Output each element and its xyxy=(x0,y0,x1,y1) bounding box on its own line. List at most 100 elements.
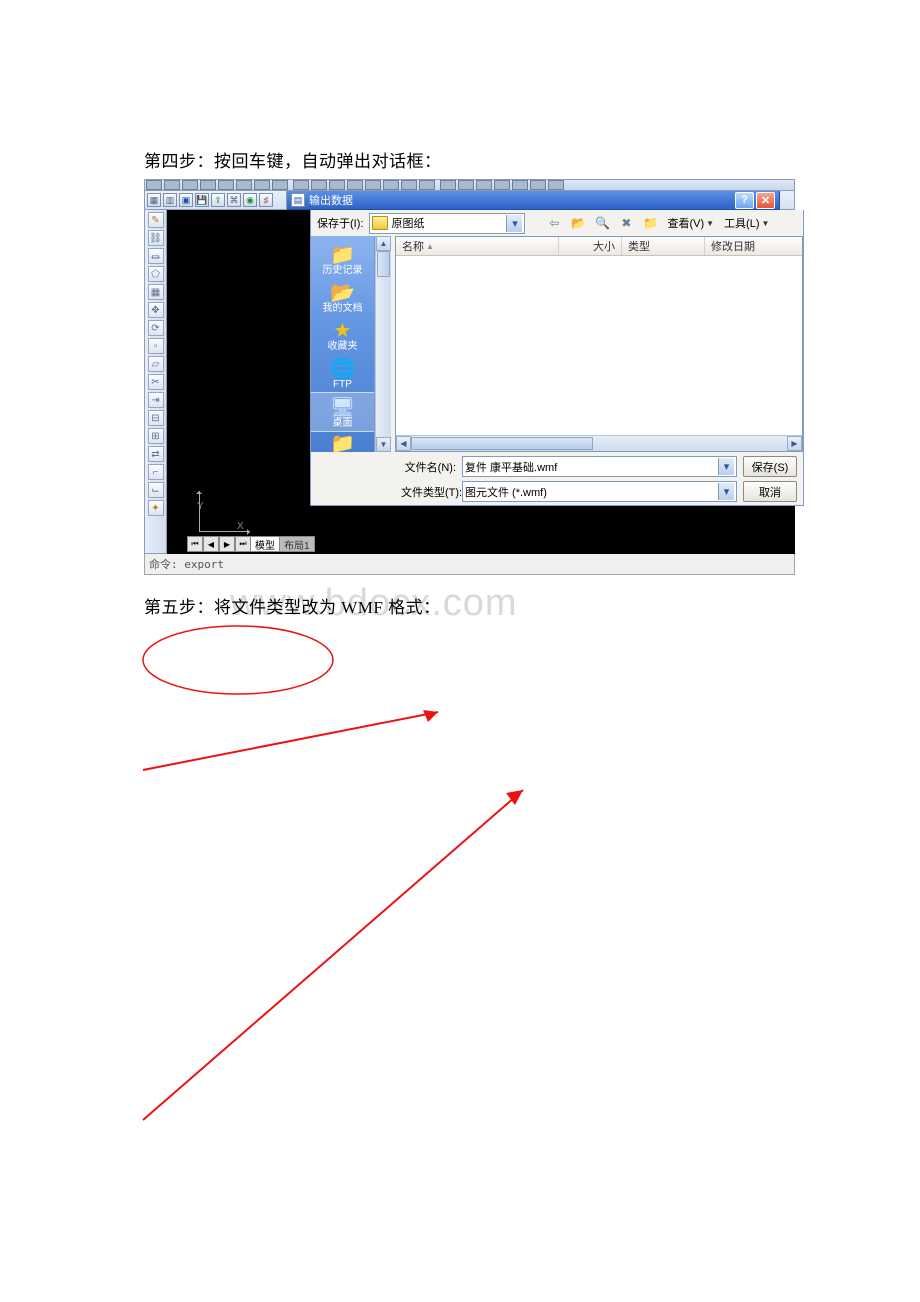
tool-icon[interactable]: ▦ xyxy=(147,193,161,207)
filename-value: 复件 康平基础.wmf xyxy=(465,459,557,475)
file-list[interactable]: 名称▲ 大小 类型 修改日期 ◀ ▶ xyxy=(395,236,803,452)
quick-toolbar: ▦ ▥ ▣ 💾 ⇪ ⌘ ◉ ♯ xyxy=(144,191,287,210)
place-favorites[interactable]: ★ 收藏夹 xyxy=(311,316,374,354)
list-h-scrollbar[interactable]: ◀ ▶ xyxy=(396,435,802,451)
cad-screenshot: ▦ ▥ ▣ 💾 ⇪ ⌘ ◉ ♯ ▤ 输出数据 ? ✕ xyxy=(144,179,795,574)
up-folder-icon[interactable]: 📂 xyxy=(569,214,587,232)
place-desktop[interactable]: 🖥 桌面 xyxy=(311,392,374,432)
ftp-icon: 🌐 xyxy=(329,356,357,380)
red-ellipse xyxy=(138,620,338,700)
ucs-x-arrow xyxy=(247,529,253,535)
scale-icon[interactable]: ▫ xyxy=(148,338,164,354)
place-more[interactable]: 📁 xyxy=(311,432,374,452)
chamfer-icon[interactable]: ⇄ xyxy=(148,446,164,462)
save-in-combo[interactable]: 原图纸 ▾ xyxy=(369,213,525,234)
ucs-y-arrow xyxy=(196,488,202,494)
step4-text: 第四步：按回车键，自动弹出对话框： xyxy=(144,147,442,172)
link-icon[interactable]: ⛓ xyxy=(148,230,164,246)
delete-icon[interactable]: ✖ xyxy=(617,214,635,232)
rotate-icon[interactable]: ⟳ xyxy=(148,320,164,336)
move-icon[interactable]: ✥ xyxy=(148,302,164,318)
tab-first-button[interactable]: ⏮ xyxy=(187,536,203,552)
filetype-combo[interactable]: 图元文件 (*.wmf) ▾ xyxy=(462,481,737,502)
scroll-thumb[interactable] xyxy=(377,251,390,277)
fillet-icon[interactable]: ⌐ xyxy=(148,464,164,480)
toolbar-edge xyxy=(780,191,795,210)
tool-icon[interactable]: ▣ xyxy=(179,193,193,207)
mirror-icon[interactable]: ⏛ xyxy=(148,248,164,264)
break-icon[interactable]: ⊟ xyxy=(148,410,164,426)
tool-icon[interactable]: ▥ xyxy=(163,193,177,207)
scroll-right-button[interactable]: ▶ xyxy=(787,436,802,451)
step5-text: 第五步：将文件类型改为 WMF 格式： xyxy=(144,593,441,618)
chevron-down-icon[interactable]: ▾ xyxy=(718,458,734,475)
array-icon[interactable]: ▦ xyxy=(148,284,164,300)
cancel-button[interactable]: 取消 xyxy=(743,481,797,502)
dialog-titlebar: ▤ 输出数据 ? ✕ xyxy=(287,191,780,210)
scroll-down-button[interactable]: ▼ xyxy=(376,437,391,452)
help-button[interactable]: ? xyxy=(735,192,754,209)
join-icon[interactable]: ⊞ xyxy=(148,428,164,444)
tab-last-button[interactable]: ⏭ xyxy=(235,536,251,552)
place-history[interactable]: 📁 历史记录 xyxy=(311,240,374,278)
col-name[interactable]: 名称▲ xyxy=(396,237,559,255)
menu-bar-sliver xyxy=(144,179,795,191)
save-button[interactable]: 保存(S) xyxy=(743,456,797,477)
save-icon[interactable]: 💾 xyxy=(195,193,209,207)
trim-icon[interactable]: ✂ xyxy=(148,374,164,390)
star-icon: ★ xyxy=(329,318,357,342)
explode-icon[interactable]: ✦ xyxy=(148,500,164,516)
red-arrow-2 xyxy=(138,780,538,1130)
tab-prev-button[interactable]: ◀ xyxy=(203,536,219,552)
tool-icon[interactable]: ♯ xyxy=(259,193,273,207)
command-line[interactable]: 命令: export xyxy=(144,554,795,575)
stretch-icon[interactable]: ▱ xyxy=(148,356,164,372)
filetype-label: 文件类型(T): xyxy=(401,484,456,500)
left-tool-palette: ✎ ⛓ ⏛ ⬠ ▦ ✥ ⟳ ▫ ▱ ✂ ⇥ ⊟ ⊞ ⇄ ⌐ ⌙ ✦ xyxy=(144,210,167,554)
tool-icon[interactable]: ◉ xyxy=(243,193,257,207)
search-icon[interactable]: 🔍 xyxy=(593,214,611,232)
export-dialog: 保存于(I): 原图纸 ▾ ⇦ 📂 🔍 ✖ 📁 查看(V)▼ xyxy=(310,210,804,506)
history-folder-icon: 📁 xyxy=(329,242,357,266)
new-folder-icon[interactable]: 📁 xyxy=(641,214,659,232)
tool-icon[interactable]: ⌘ xyxy=(227,193,241,207)
tab-model[interactable]: 模型 xyxy=(250,536,280,552)
tool-icon[interactable]: ⇪ xyxy=(211,193,225,207)
places-bar: 📁 历史记录 📂 我的文档 ★ 收藏夹 xyxy=(311,236,375,452)
place-mydocs[interactable]: 📂 我的文档 xyxy=(311,278,374,316)
red-arrow-1 xyxy=(138,700,458,780)
save-in-value: 原图纸 xyxy=(391,215,424,231)
chevron-down-icon[interactable]: ▾ xyxy=(718,483,734,500)
scroll-left-button[interactable]: ◀ xyxy=(396,436,411,451)
scroll-up-button[interactable]: ▲ xyxy=(376,236,391,251)
pencil-icon[interactable]: ✎ xyxy=(148,212,164,228)
h-scroll-thumb[interactable] xyxy=(411,437,593,450)
more-icon: 📁 xyxy=(329,434,357,452)
place-ftp[interactable]: 🌐 FTP xyxy=(311,354,374,392)
axis-x-label: X xyxy=(237,521,244,532)
places-scrollbar[interactable]: ▲ ▼ xyxy=(375,236,391,452)
list-body[interactable] xyxy=(396,256,802,435)
chevron-down-icon[interactable]: ▾ xyxy=(506,215,522,232)
model-layout-tabs: ⏮ ◀ ▶ ⏭ 模型 布局1 xyxy=(187,536,315,552)
shape-icon[interactable]: ⬠ xyxy=(148,266,164,282)
tab-next-button[interactable]: ▶ xyxy=(219,536,235,552)
drawing-area[interactable]: Y X ⏮ ◀ ▶ ⏭ 模型 布局1 保存于(I): 原图纸 xyxy=(167,210,795,554)
filename-combo[interactable]: 复件 康平基础.wmf ▾ xyxy=(462,456,737,477)
close-button[interactable]: ✕ xyxy=(756,192,775,209)
col-size[interactable]: 大小 xyxy=(559,237,622,255)
view-menu[interactable]: 查看(V)▼ xyxy=(665,215,716,231)
list-header: 名称▲ 大小 类型 修改日期 xyxy=(396,237,802,256)
axis-y-label: Y xyxy=(197,501,204,512)
export-icon: ▤ xyxy=(291,193,305,207)
tools-menu[interactable]: 工具(L)▼ xyxy=(722,215,771,231)
dialog-title: 输出数据 xyxy=(309,192,353,208)
folder-icon xyxy=(372,216,388,230)
fillet2-icon[interactable]: ⌙ xyxy=(148,482,164,498)
col-modified[interactable]: 修改日期 xyxy=(705,237,802,255)
back-icon[interactable]: ⇦ xyxy=(545,214,563,232)
desktop-icon: 🖥 xyxy=(329,395,357,419)
col-type[interactable]: 类型 xyxy=(622,237,705,255)
tab-layout1[interactable]: 布局1 xyxy=(279,536,315,552)
extend-icon[interactable]: ⇥ xyxy=(148,392,164,408)
